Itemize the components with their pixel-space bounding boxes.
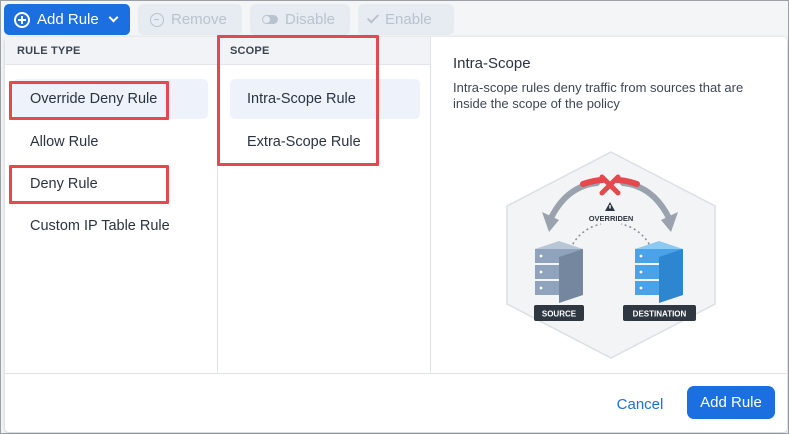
remove-button[interactable]: Remove <box>138 4 242 35</box>
rule-type-allow[interactable]: Allow Rule <box>13 122 208 162</box>
detail-description: Intra-scope rules deny traffic from sour… <box>453 80 744 111</box>
check-icon <box>366 11 380 24</box>
panel-footer: Cancel Add Rule <box>5 373 787 432</box>
scope-header: SCOPE <box>218 37 430 65</box>
rule-type-deny[interactable]: Deny Rule <box>13 164 208 204</box>
enable-label: Enable <box>385 11 432 28</box>
rule-type-override-deny[interactable]: Override Deny Rule <box>13 79 208 119</box>
add-circle-icon <box>14 11 30 28</box>
destination-label: DESTINATION <box>633 310 687 319</box>
chevron-down-icon <box>108 12 119 23</box>
add-rule-button[interactable]: Add Rule <box>687 386 775 419</box>
remove-circle-icon <box>150 12 164 27</box>
overriden-label: OVERRIDEN <box>589 214 634 223</box>
add-rule-dropdown-button[interactable]: Add Rule <box>4 4 130 35</box>
list-item-label: Intra-Scope Rule <box>247 91 356 107</box>
detail-pane: Intra-Scope Intra-scope rules deny traff… <box>432 37 787 373</box>
list-item-label: Allow Rule <box>30 134 99 150</box>
list-item-label: Override Deny Rule <box>30 91 158 107</box>
toolbar: Add Rule Remove Disable Enable <box>4 4 454 36</box>
scope-intra[interactable]: Intra-Scope Rule <box>230 79 420 119</box>
scope-column: SCOPE Intra-Scope Rule Extra-Scope Rule <box>218 37 431 373</box>
detail-title: Intra-Scope <box>453 55 531 72</box>
add-rule-dropdown-panel: RULE TYPE Override Deny Rule Allow Rule … <box>5 37 787 432</box>
toggle-icon <box>262 15 278 24</box>
source-server-icon <box>535 241 583 303</box>
list-item-label: Extra-Scope Rule <box>247 134 361 150</box>
destination-server-icon <box>635 241 683 303</box>
rule-type-column: RULE TYPE Override Deny Rule Allow Rule … <box>5 37 218 373</box>
remove-label: Remove <box>171 11 227 28</box>
list-item-label: Deny Rule <box>30 176 98 192</box>
disable-label: Disable <box>285 11 336 28</box>
scope-extra[interactable]: Extra-Scope Rule <box>230 122 420 162</box>
list-item-label: Custom IP Table Rule <box>30 218 170 234</box>
intra-scope-illustration: OVERRIDEN SOURCE DESTINATION <box>506 151 716 359</box>
disable-button[interactable]: Disable <box>250 4 350 35</box>
cancel-button[interactable]: Cancel <box>611 388 669 420</box>
source-label: SOURCE <box>542 310 577 319</box>
rule-type-header: RULE TYPE <box>5 37 217 65</box>
rule-type-custom-ip-table[interactable]: Custom IP Table Rule <box>13 206 208 246</box>
enable-button[interactable]: Enable <box>358 4 454 35</box>
add-rule-dropdown-label: Add Rule <box>37 11 99 28</box>
